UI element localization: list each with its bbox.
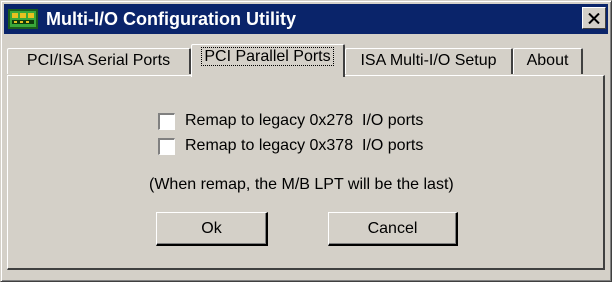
tab-label: PCI Parallel Ports	[201, 47, 334, 66]
tab-label: PCI/ISA Serial Ports	[26, 52, 171, 69]
tab-pci-isa-serial-ports[interactable]: PCI/ISA Serial Ports	[7, 48, 191, 74]
remap-0x378-label: Remap to legacy 0x378 I/O ports	[185, 137, 424, 154]
tab-strip: PCI/ISA Serial Ports PCI Parallel Ports …	[1, 1, 612, 81]
remap-0x378-checkbox[interactable]	[158, 137, 175, 155]
ok-button[interactable]: Ok	[156, 212, 268, 246]
tab-about[interactable]: About	[513, 48, 583, 74]
dialog-window: Multi-I/O Configuration Utility PCI/ISA …	[0, 0, 612, 282]
remap-note: (When remap, the M/B LPT will be the las…	[149, 176, 454, 193]
tab-panel: Remap to legacy 0x278 I/O ports Remap to…	[7, 75, 605, 270]
tab-pci-parallel-ports[interactable]: PCI Parallel Ports	[191, 44, 345, 77]
tab-label: About	[526, 52, 569, 69]
tab-label: ISA Multi-I/O Setup	[360, 52, 497, 69]
remap-0x278-option[interactable]: Remap to legacy 0x278 I/O ports	[158, 111, 423, 131]
cancel-button[interactable]: Cancel	[328, 212, 458, 246]
remap-0x278-label: Remap to legacy 0x278 I/O ports	[185, 112, 424, 129]
tab-isa-multi-io-setup[interactable]: ISA Multi-I/O Setup	[345, 48, 513, 74]
remap-0x278-checkbox[interactable]	[158, 112, 175, 130]
remap-0x378-option[interactable]: Remap to legacy 0x378 I/O ports	[158, 136, 423, 156]
